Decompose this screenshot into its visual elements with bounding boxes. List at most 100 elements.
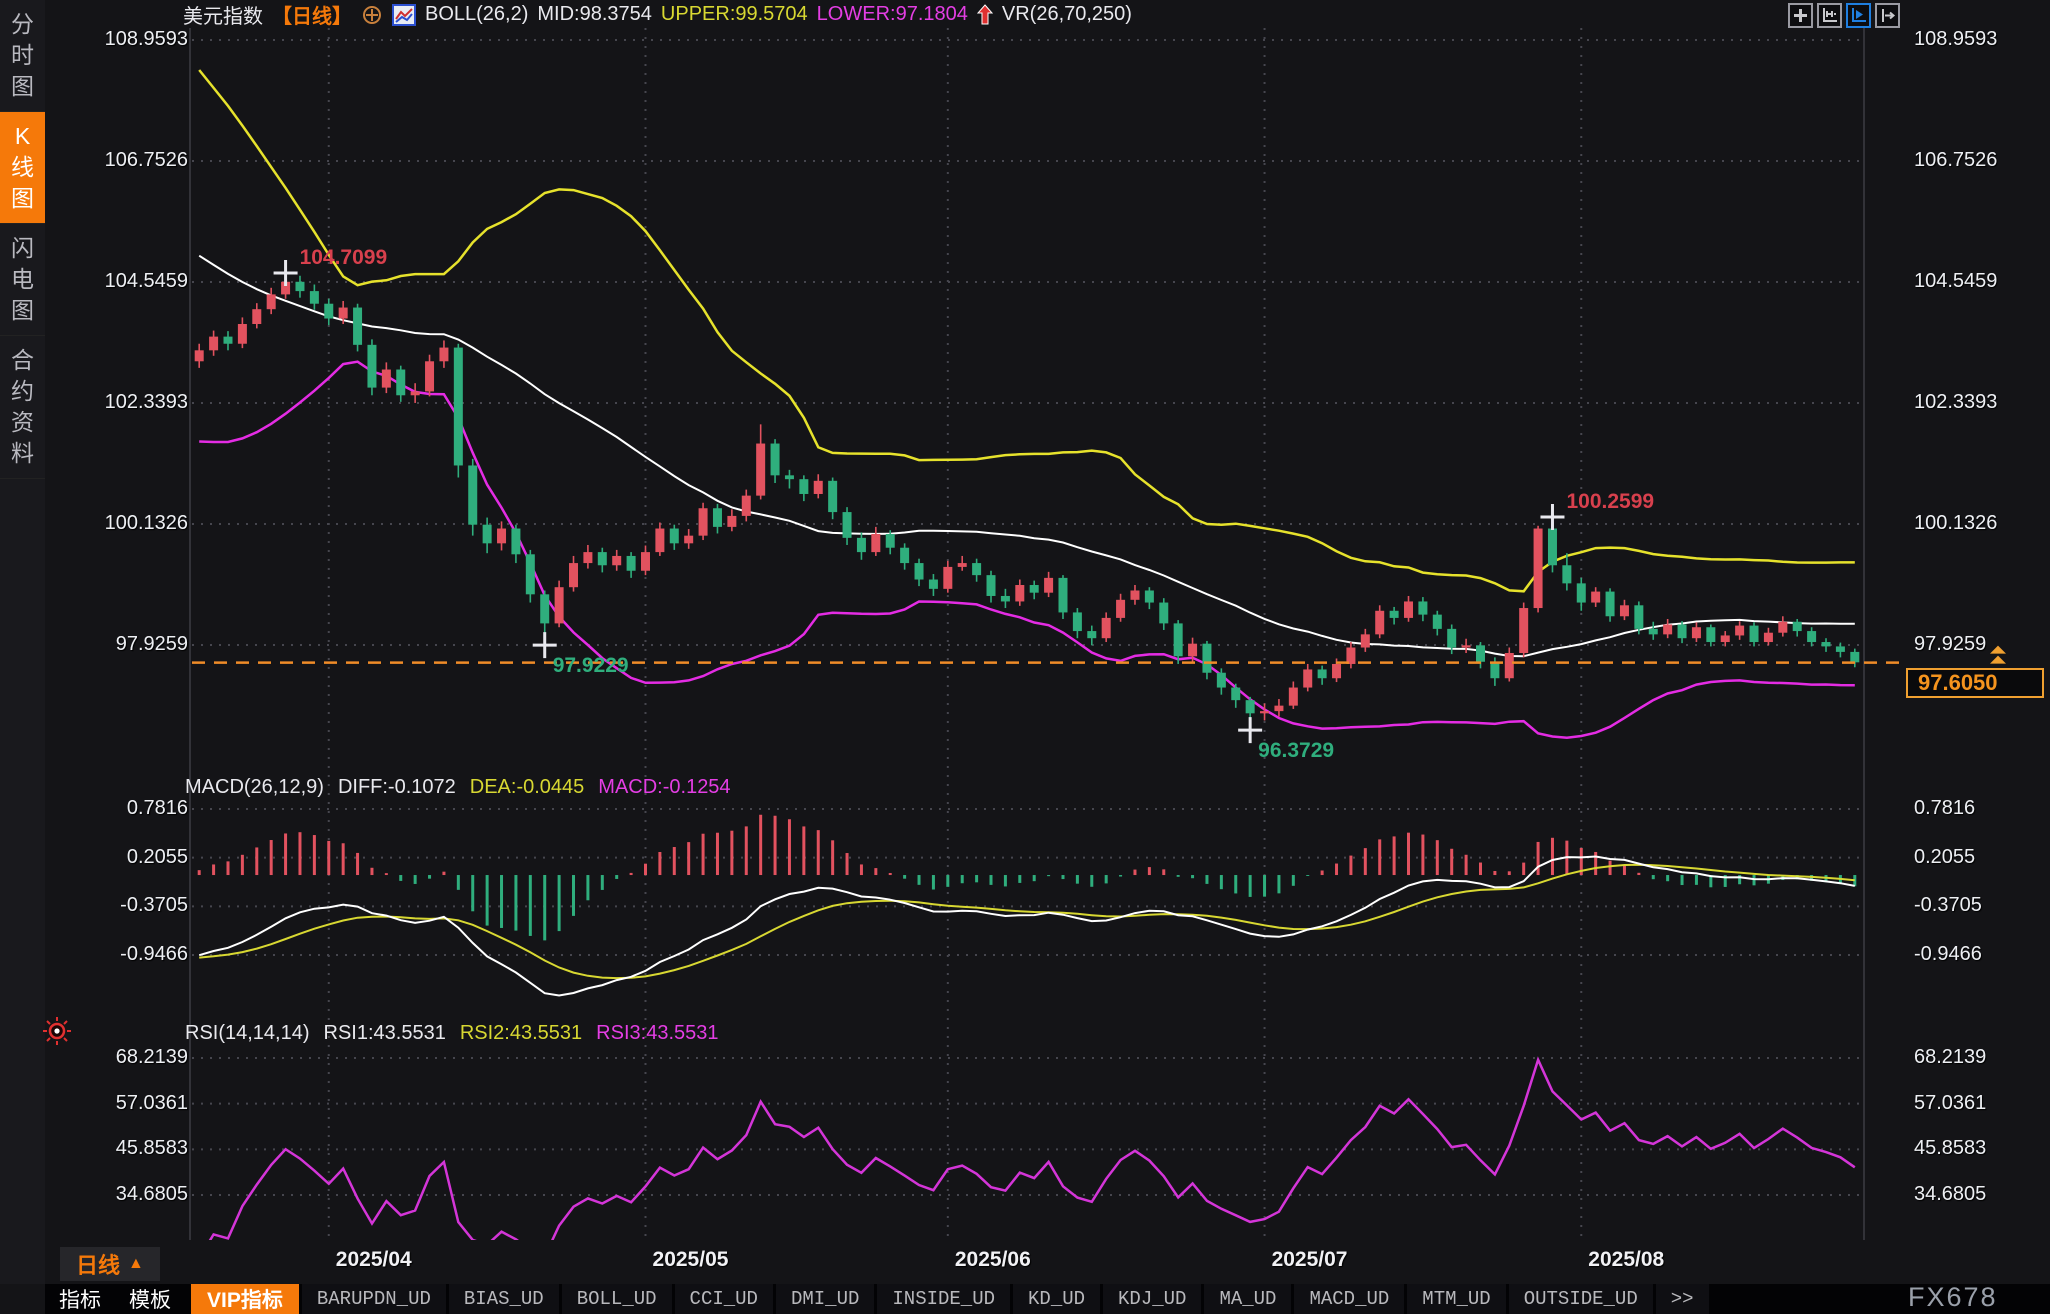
candle-body (1534, 529, 1543, 609)
candle-body (1807, 631, 1816, 642)
tab-barupdnud[interactable]: BARUPDN_UD (302, 1284, 446, 1314)
macd-header: MACD(26,12,9) DIFF:-0.1072 DEA:-0.0445 M… (185, 776, 731, 799)
sidebar-item-char: 图 (11, 74, 34, 99)
candle-body (1116, 600, 1125, 618)
period-tag[interactable]: 【日线】 (272, 0, 352, 29)
price-axis-tick-label: 97.9259 (48, 633, 188, 656)
sidebar-item-char: 料 (11, 441, 34, 466)
candle-body (612, 556, 621, 565)
tab-macdud[interactable]: MACD_UD (1294, 1284, 1404, 1314)
candle-body (814, 481, 823, 494)
candle-body (1303, 669, 1312, 687)
candle-body (1548, 529, 1557, 566)
candle-body (1750, 626, 1759, 642)
x-axis-month-label: 2025/04 (336, 1248, 412, 1272)
x-axis-month-label: 2025/05 (653, 1248, 729, 1272)
candle-body (1476, 645, 1485, 661)
tab-cciud[interactable]: CCI_UD (675, 1284, 773, 1314)
auto-scroll-tool-icon[interactable] (1846, 3, 1871, 28)
macd-diff-line (199, 857, 1855, 996)
boll-lower-line (199, 362, 1855, 738)
alert-sun-icon (42, 1016, 72, 1051)
candle-body (1318, 669, 1327, 678)
candle-body (295, 282, 304, 291)
candle-body (439, 348, 448, 362)
tab-vip[interactable]: VIP指标 (191, 1284, 299, 1314)
price-axis-tick-label: 104.5459 (1914, 270, 1997, 293)
sidebar-item-char: K (15, 124, 30, 149)
vr-label: VR(26,70,250) (1002, 3, 1132, 26)
add-indicator-icon[interactable] (361, 4, 383, 26)
candle-body (987, 575, 996, 596)
tab-mtmud[interactable]: MTM_UD (1407, 1284, 1505, 1314)
tab-dmiud[interactable]: DMI_UD (776, 1284, 874, 1314)
sidebar-item-char: 图 (11, 186, 34, 211)
tab-outsideud[interactable]: OUTSIDE_UD (1509, 1284, 1653, 1314)
price-annotation: 96.3729 (1238, 717, 1334, 762)
pan-tool-icon[interactable] (1788, 3, 1813, 28)
period-label: 日线 (76, 1248, 120, 1280)
sidebar-item-1[interactable]: K线图 (0, 112, 45, 224)
tab-biasud[interactable]: BIAS_UD (449, 1284, 559, 1314)
rsi-pane (199, 1060, 1855, 1259)
shift-right-tool-icon[interactable] (1875, 3, 1900, 28)
candle-body (684, 536, 693, 544)
candle-body (1087, 631, 1096, 638)
tab-kdud[interactable]: KD_UD (1013, 1284, 1100, 1314)
candle-body (871, 534, 880, 552)
candle-body (310, 291, 319, 304)
candle-body (468, 465, 477, 524)
price-axis-tick-label: 102.3393 (48, 391, 188, 414)
price-axis-tick-label: 104.5459 (48, 270, 188, 293)
macd-dea-line (199, 865, 1855, 978)
candle-body (526, 554, 535, 594)
candle-body (1562, 565, 1571, 583)
sidebar-item-3[interactable]: 合约资料 (0, 336, 45, 479)
candle-body (598, 552, 607, 565)
candle-body (1015, 585, 1024, 601)
sidebar-item-char: 约 (11, 379, 34, 404)
candle-body (1404, 601, 1413, 617)
tab-insideud[interactable]: INSIDE_UD (877, 1284, 1010, 1314)
sidebar-item-0[interactable]: 分时图 (0, 0, 45, 112)
candle-body (238, 324, 247, 344)
tab-[interactable]: >> (1656, 1284, 1709, 1314)
tab-maud[interactable]: MA_UD (1204, 1284, 1291, 1314)
mini-chart-icon[interactable] (392, 4, 416, 26)
scale-axis-tool-icon[interactable] (1817, 3, 1842, 28)
chart-canvas[interactable]: 104.709997.922996.3729100.2599 (0, 0, 2050, 1314)
tab-[interactable]: 指标 (45, 1284, 115, 1314)
sidebar-item-2[interactable]: 闪电图 (0, 224, 45, 336)
tab-kdjud[interactable]: KDJ_UD (1103, 1284, 1201, 1314)
candle-body (785, 475, 794, 479)
tab-[interactable]: 模板 (115, 1284, 185, 1314)
annotation-label: 104.7099 (300, 246, 388, 269)
candle-body (1073, 612, 1082, 631)
period-selector[interactable]: 日线 ▲ (60, 1247, 160, 1281)
candle-body (1390, 611, 1399, 618)
x-axis-month-label: 2025/06 (955, 1248, 1031, 1272)
price-arrows-icon (1990, 646, 2006, 664)
candle-body (915, 563, 924, 579)
sidebar: 分时图K线图闪电图合约资料 (0, 0, 45, 1284)
candle-body (324, 304, 333, 319)
boll-label: BOLL(26,2) (425, 3, 528, 26)
candle-body (1274, 706, 1283, 711)
macd-axis-tick-label: 0.2055 (1914, 846, 1975, 869)
candle-body (1606, 592, 1615, 617)
annotation-label: 97.9229 (553, 654, 629, 677)
candle-body (627, 556, 636, 571)
triangle-up-icon: ▲ (128, 1255, 144, 1273)
tab-bollud[interactable]: BOLL_UD (562, 1284, 672, 1314)
candle-body (1447, 629, 1456, 648)
candle-body (267, 294, 276, 309)
chart-header: 美元指数 【日线】 BOLL(26,2) MID:98.3754 UPPER:9… (183, 1, 1132, 28)
candle-body (425, 361, 434, 391)
macd-axis-tick-label: -0.3705 (1914, 894, 1982, 917)
candle-body (540, 594, 549, 623)
candle-body (828, 481, 837, 512)
candle-body (1260, 711, 1269, 713)
candle-body (1577, 583, 1586, 602)
candle-body (1289, 688, 1298, 706)
candle-body (411, 391, 420, 395)
